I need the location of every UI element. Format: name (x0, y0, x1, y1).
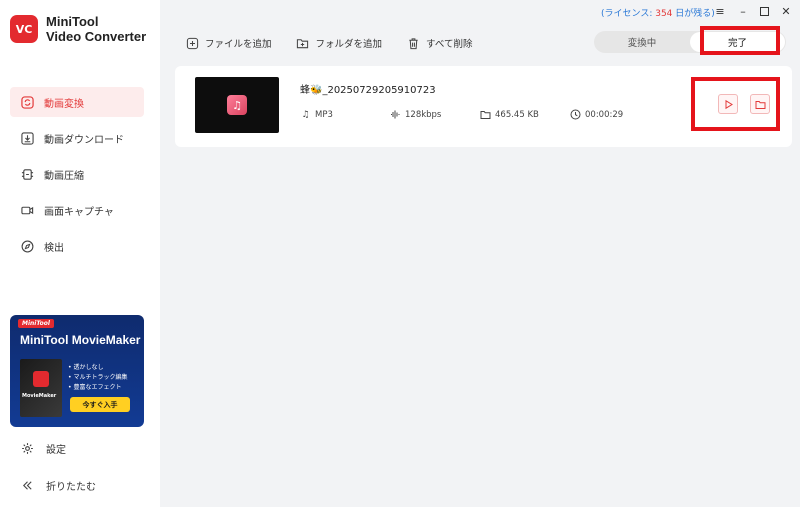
sidebar-item-label: 検出 (44, 242, 64, 254)
get-now-button[interactable]: 今すぐ入手 (70, 397, 130, 412)
app-title: MiniTool Video Converter (46, 14, 146, 44)
toolbar: ファイルを追加 フォルダを追加 すべて削除 (185, 36, 497, 50)
file-name: 蜂🐝_20250729205910723 (300, 85, 436, 96)
highlight-box-file-actions (691, 77, 780, 131)
sidebar-item-video-convert[interactable]: 動画変換 (10, 87, 144, 117)
close-icon[interactable]: ✕ (778, 4, 794, 18)
file-size-value: 465.45 KB (495, 109, 539, 120)
promo-feature: • 豊富なエフェクト (68, 384, 122, 391)
clock-icon (570, 109, 581, 120)
app-title-line1: MiniTool (46, 14, 99, 29)
menu-icon[interactable]: ≡ (712, 4, 728, 18)
promo-title: MiniTool MovieMaker (20, 333, 141, 347)
promo-box-label: MovieMaker (22, 393, 57, 399)
folder-icon (480, 109, 491, 120)
sidebar-item-label: 動画圧縮 (44, 170, 84, 182)
promo-brand-tag: MiniTool (18, 319, 54, 328)
settings-item[interactable]: 設定 (20, 441, 66, 456)
sidebar: VC MiniTool Video Converter 動画変換 動画ダウンロー… (0, 0, 160, 507)
sidebar-item-discover[interactable]: 検出 (10, 231, 144, 261)
compass-icon (20, 239, 34, 253)
trash-icon (406, 36, 420, 50)
moviemaker-promo-banner[interactable]: MiniTool MiniTool MovieMaker MovieMaker … (10, 315, 144, 427)
collapse-label: 折りたたむ (46, 482, 96, 493)
file-thumbnail: ♫ (195, 77, 279, 133)
settings-label: 設定 (46, 445, 66, 456)
file-format: ♫ MP3 (300, 109, 333, 120)
file-bitrate-value: 128kbps (405, 109, 442, 120)
camera-icon (20, 203, 34, 217)
license-prefix: (ライセンス: (601, 9, 656, 19)
sidebar-item-screen-capture[interactable]: 画面キャプチャ (10, 195, 144, 225)
sidebar-item-video-compress[interactable]: 動画圧縮 (10, 159, 144, 189)
file-format-value: MP3 (315, 109, 333, 120)
license-status[interactable]: (ライセンス: 354 日が残る) (601, 6, 715, 19)
file-duration: 00:00:29 (570, 109, 623, 120)
moviemaker-box-image: MovieMaker (20, 359, 62, 417)
promo-feature: • マルチトラック編集 (68, 374, 128, 381)
sidebar-item-label: 画面キャプチャ (44, 206, 114, 218)
file-size: 465.45 KB (480, 109, 539, 120)
compress-icon (20, 167, 34, 181)
file-duration-value: 00:00:29 (585, 109, 624, 120)
maximize-icon[interactable] (756, 4, 772, 18)
add-folder-button[interactable]: フォルダを追加 (296, 36, 383, 50)
app-title-line2: Video Converter (46, 29, 147, 44)
convert-icon (20, 95, 34, 109)
add-folder-label: フォルダを追加 (315, 39, 383, 50)
collapse-sidebar-button[interactable]: 折りたたむ (20, 478, 96, 493)
promo-feature: • 透かしなし (68, 364, 104, 371)
gear-icon (20, 442, 34, 456)
plus-circle-icon (185, 36, 199, 50)
tab-converting[interactable]: 変換中 (594, 31, 690, 53)
delete-all-button[interactable]: すべて削除 (406, 36, 473, 50)
sidebar-nav: 動画変換 動画ダウンロード 動画圧縮 画面キャプチャ 検出 (10, 87, 144, 267)
sidebar-item-label: 動画ダウンロード (44, 134, 124, 146)
double-chevron-left-icon (20, 479, 34, 493)
moviemaker-logo-icon (33, 371, 49, 387)
download-icon (20, 131, 34, 145)
add-file-button[interactable]: ファイルを追加 (185, 36, 272, 50)
logo-icon: VC (10, 15, 38, 43)
app-logo: VC MiniTool Video Converter (10, 14, 146, 44)
sidebar-item-label: 動画変換 (44, 98, 84, 110)
promo-feature-list: • 透かしなし • マルチトラック編集 • 豊富なエフェクト (68, 363, 127, 393)
minimize-icon[interactable]: – (735, 4, 751, 18)
highlight-box-completed-tab (700, 26, 780, 55)
folder-plus-icon (296, 36, 310, 50)
file-bitrate: 128kbps (390, 109, 441, 120)
music-icon: ♫ (301, 109, 310, 120)
license-suffix: 日が残る) (672, 9, 715, 19)
delete-all-label: すべて削除 (426, 39, 473, 50)
license-days-count: 354 (655, 9, 673, 19)
waveform-icon (390, 109, 401, 120)
sidebar-item-video-download[interactable]: 動画ダウンロード (10, 123, 144, 153)
music-note-icon: ♫ (227, 95, 247, 115)
add-file-label: ファイルを追加 (205, 39, 272, 50)
